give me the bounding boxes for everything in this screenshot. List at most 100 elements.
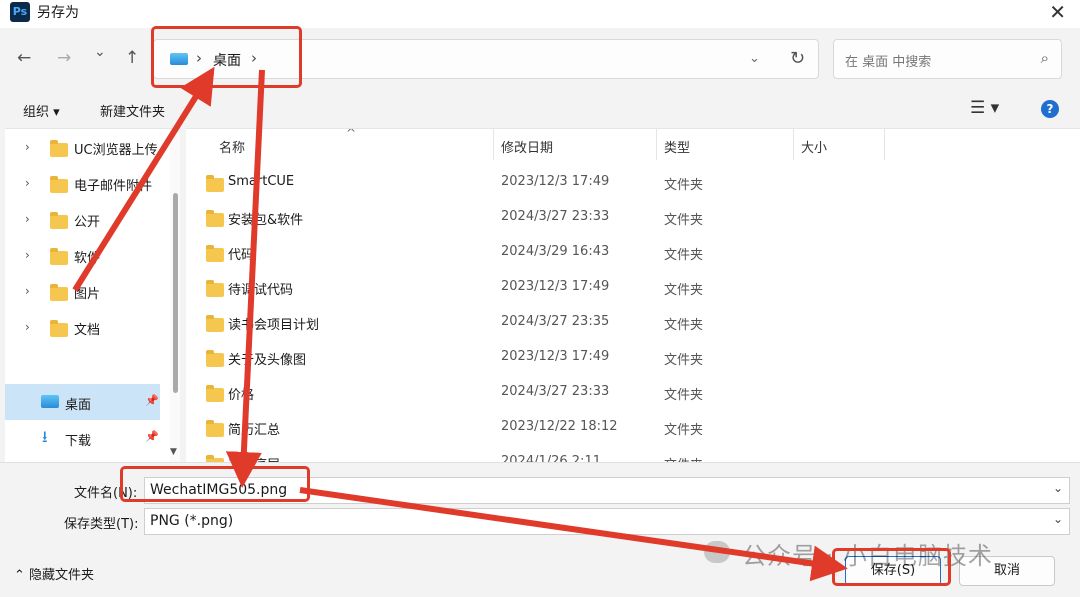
table-row[interactable]: 关于及头像图 2023/12/3 17:49 文件夹 <box>186 340 1080 375</box>
navigation-pane: › UC浏览器上传 › 电子邮件附件 › 公开 › 软件 › 图片 › 文档 桌… <box>5 128 180 462</box>
sidebar-item-email-attachments[interactable]: › 电子邮件附件 <box>5 170 165 198</box>
column-header-date[interactable]: 修改日期 <box>494 129 657 160</box>
sort-ascending-icon: ^ <box>346 128 357 140</box>
sidebar-item-pictures[interactable]: › 图片 <box>5 278 165 306</box>
file-name: 待调试代码 <box>228 283 294 298</box>
folder-icon <box>206 385 224 402</box>
annotation-box-filename <box>120 466 310 502</box>
search-placeholder: 在 桌面 中搜索 <box>845 55 932 70</box>
window-title: 另存为 <box>37 5 79 21</box>
file-name: 安装包&软件 <box>228 213 304 228</box>
column-header-type[interactable]: 类型 <box>657 129 794 160</box>
title-bar: Ps 另存为 ✕ <box>0 0 1080 28</box>
scrollbar-thumb[interactable] <box>173 193 178 393</box>
folder-icon <box>206 350 224 367</box>
desktop-icon <box>41 395 59 408</box>
file-date: 2023/12/3 17:49 <box>501 349 610 364</box>
folder-icon <box>206 315 224 332</box>
file-type: 文件夹 <box>664 454 703 462</box>
quick-access-downloads[interactable]: ⭳ 下载 📌 <box>5 420 160 456</box>
column-header-label: 名称 <box>219 141 246 156</box>
pin-icon: 📌 <box>145 394 159 407</box>
pin-icon: 📌 <box>145 430 159 443</box>
file-type: 文件夹 <box>664 248 704 263</box>
command-toolbar: 组织 ▾ 新建文件夹 ☰ ▾ ? <box>0 92 1080 128</box>
sidebar-scrollbar[interactable]: ▼ <box>170 129 180 462</box>
file-name: 价格 <box>228 388 255 403</box>
folder-icon <box>50 248 68 265</box>
table-row[interactable]: SmartCUE 2023/12/3 17:49 文件夹 <box>186 165 1080 200</box>
file-list: 名称 ^ 修改日期 类型 大小 SmartCUE 2023/12/3 17:49… <box>186 128 1080 462</box>
folder-icon <box>206 280 224 297</box>
file-date: 2024/3/27 23:33 <box>501 209 610 224</box>
folder-icon <box>50 140 68 157</box>
table-row[interactable]: 读书会项目计划 2024/3/27 23:35 文件夹 <box>186 305 1080 340</box>
hide-folders-toggle[interactable]: ⌃ 隐藏文件夹 <box>14 564 94 583</box>
file-name: SmartCUE <box>228 174 295 189</box>
sidebar-item-public[interactable]: › 公开 <box>5 206 165 234</box>
file-name: 读书会项目计划 <box>228 318 320 333</box>
sidebar-item-label: 电子邮件附件 <box>74 179 153 194</box>
folder-icon <box>206 420 224 437</box>
filetype-value: PNG (*.png) <box>150 513 234 529</box>
folder-icon <box>206 210 224 227</box>
back-arrow-icon[interactable]: ← <box>17 48 31 68</box>
sidebar-item-label: 软件 <box>74 251 101 266</box>
table-row[interactable]: 价格 2024/3/27 23:33 文件夹 <box>186 375 1080 410</box>
expand-chevron-icon[interactable]: › <box>25 248 30 262</box>
search-icon[interactable]: ⌕ <box>1041 49 1049 67</box>
quick-access-desktop[interactable]: 桌面 📌 <box>5 384 160 420</box>
file-type: 文件夹 <box>664 353 704 368</box>
sidebar-item-software[interactable]: › 软件 <box>5 242 165 270</box>
forward-arrow-icon[interactable]: → <box>57 48 71 68</box>
folder-icon <box>50 284 68 301</box>
file-type: 文件夹 <box>664 178 704 193</box>
table-row[interactable]: 安装包&软件 2024/3/27 23:33 文件夹 <box>186 200 1080 235</box>
file-date: 2024/1/26 2:11 <box>501 454 601 462</box>
search-input[interactable]: 在 桌面 中搜索 ⌕ <box>833 39 1062 79</box>
file-date: 2023/12/22 18:12 <box>501 419 618 434</box>
scroll-down-arrow-icon[interactable]: ▼ <box>170 447 177 457</box>
file-name: 关于及头像图 <box>228 353 307 368</box>
refresh-icon[interactable]: ↻ <box>790 48 805 69</box>
folder-icon <box>206 175 224 192</box>
table-row[interactable]: 简历汇总 2023/12/22 18:12 文件夹 <box>186 410 1080 445</box>
close-icon[interactable]: ✕ <box>1049 0 1066 24</box>
up-arrow-icon[interactable]: ↑ <box>125 48 139 68</box>
sidebar-item-uc-upload[interactable]: › UC浏览器上传 <box>5 134 165 162</box>
sidebar-item-label: 文档 <box>74 323 101 338</box>
file-date: 2024/3/29 16:43 <box>501 244 610 259</box>
chevron-down-icon[interactable]: ⌄ <box>1053 512 1063 526</box>
file-date: 2024/3/27 23:33 <box>501 384 610 399</box>
filetype-label: 保存类型(T): <box>64 517 139 532</box>
expand-chevron-icon[interactable]: › <box>25 320 30 334</box>
sidebar-item-label: 图片 <box>74 287 101 302</box>
help-icon[interactable]: ? <box>1041 100 1059 118</box>
table-row[interactable]: 工作底层 2024/1/26 2:11 文件夹 <box>186 445 1080 462</box>
file-type: 文件夹 <box>664 388 704 403</box>
sidebar-item-documents[interactable]: › 文档 <box>5 314 165 342</box>
file-type: 文件夹 <box>664 213 704 228</box>
expand-chevron-icon[interactable]: › <box>25 140 30 154</box>
file-date: 2023/12/3 17:49 <box>501 174 610 189</box>
chevron-down-icon[interactable]: ⌄ <box>1053 481 1063 495</box>
file-date: 2023/12/3 17:49 <box>501 279 610 294</box>
column-header-size[interactable]: 大小 <box>794 129 885 160</box>
annotation-box-save <box>832 548 951 586</box>
column-header-name[interactable]: 名称 ^ <box>186 129 494 160</box>
expand-chevron-icon[interactable]: › <box>25 212 30 226</box>
recent-locations-chevron-icon[interactable]: ⌄ <box>94 44 106 60</box>
folder-icon <box>50 212 68 229</box>
filetype-select[interactable]: PNG (*.png) ⌄ <box>144 508 1070 535</box>
table-row[interactable]: 待调试代码 2023/12/3 17:49 文件夹 <box>186 270 1080 305</box>
column-header-label: 类型 <box>664 141 691 156</box>
expand-chevron-icon[interactable]: › <box>25 284 30 298</box>
organize-menu-button[interactable]: 组织 ▾ <box>23 101 60 120</box>
file-date: 2024/3/27 23:35 <box>501 314 610 329</box>
table-row[interactable]: 代码 2024/3/29 16:43 文件夹 <box>186 235 1080 270</box>
new-folder-button[interactable]: 新建文件夹 <box>100 101 165 120</box>
expand-chevron-icon[interactable]: › <box>25 176 30 190</box>
view-options-icon[interactable]: ☰ ▾ <box>970 98 999 118</box>
quick-access-label: 下载 <box>65 434 92 449</box>
address-dropdown-icon[interactable]: ⌄ <box>749 51 760 66</box>
